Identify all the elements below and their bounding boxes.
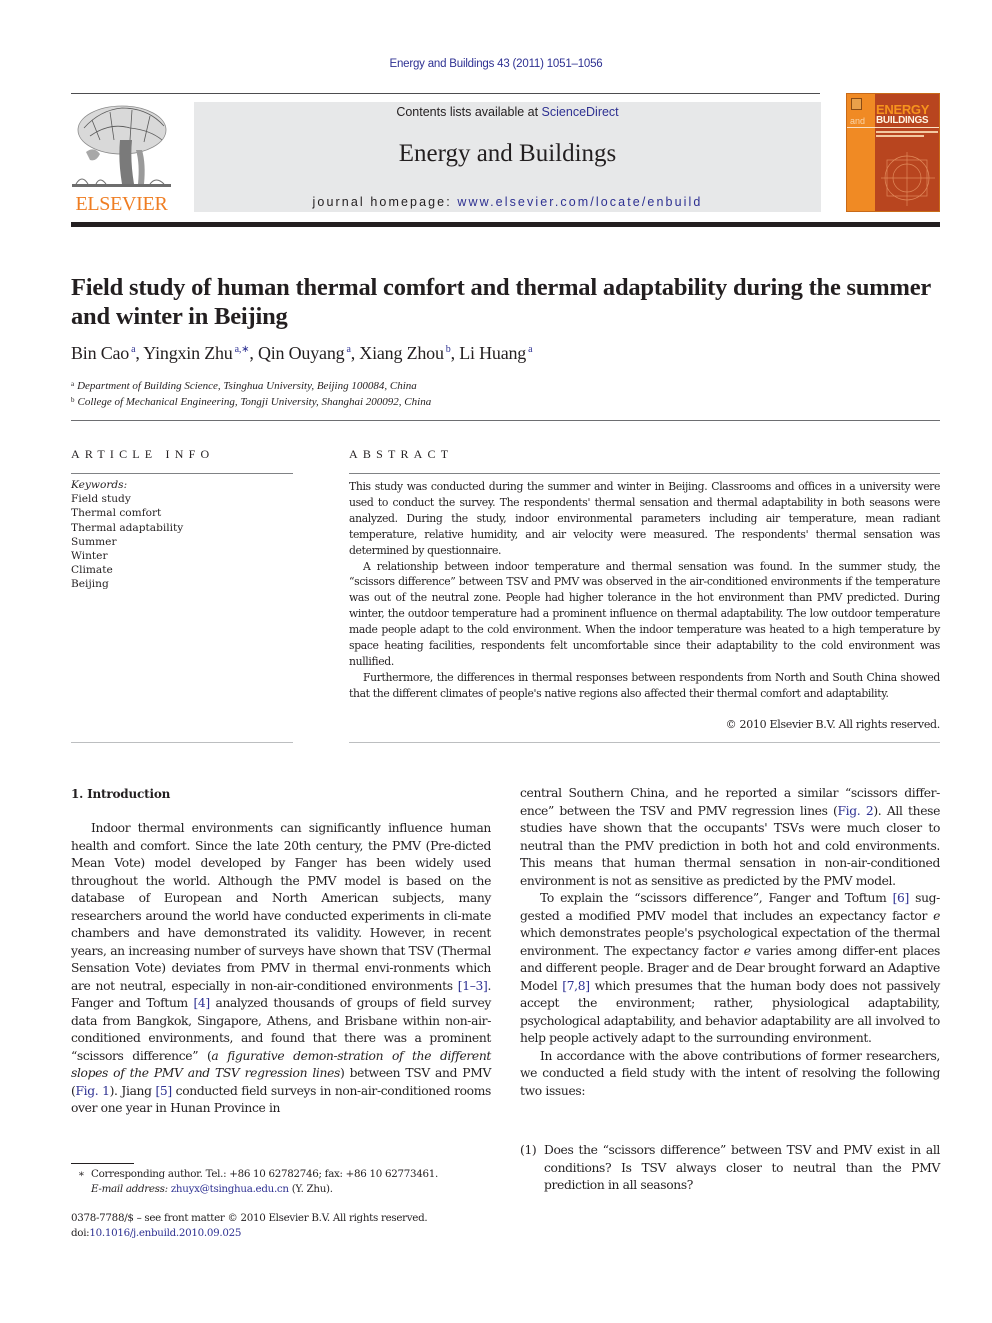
cover-title-and: and [850,116,866,126]
author-list: Bin Cao a, Yingxin Zhu a,∗, Qin Ouyang a, X… [71,343,533,363]
variable-e: e [743,943,751,958]
body-paragraph: central Southern China, and he reported … [520,785,940,890]
footnote-line: ∗ Corresponding author. Tel.: +86 10 6278… [78,1167,438,1182]
footnote-line: E-mail address: zhuyx@tsinghua.edu.cn (Y… [78,1182,438,1197]
citation-link[interactable]: [1–3] [458,979,488,993]
issue-text: Does the “scissors difference” between T… [544,1143,940,1192]
section-heading-introduction: 1. Introduction [71,787,171,801]
affiliation: a Department of Building Science, Tsinghu… [71,377,431,393]
author-name[interactable]: Li Huang [459,343,526,363]
author-affil-mark[interactable]: a [528,344,532,355]
body-text: ). Jiang [109,1083,156,1098]
abstract-rule [349,473,940,474]
front-matter-notice: 0378-7788/$ – see front matter © 2010 El… [71,1211,428,1241]
affiliation-mark: b [71,396,75,404]
citation-link[interactable]: [6] [893,891,910,905]
email-link[interactable]: zhuyx@tsinghua.edu.cn [171,1183,289,1195]
author-name[interactable]: Yingxin Zhu [143,343,233,363]
journal-masthead: Contents lists available at ScienceDirec… [194,102,821,212]
keyword: Field study [71,493,131,506]
cover-subtitle-line [876,135,924,137]
cover-diagram-icon [881,152,935,206]
corresponding-author-footnote: ∗ Corresponding author. Tel.: +86 10 6278… [78,1167,438,1196]
article-info-heading: ARTICLE INFO [71,447,215,461]
keyword: Thermal comfort [71,507,162,520]
affiliation-text: Department of Building Science, Tsinghua… [77,380,417,392]
cover-subtitle-line [876,131,938,133]
keyword: Beijing [71,578,109,591]
journal-homepage: journal homepage: www.elsevier.com/locat… [194,195,821,209]
contents-line: Contents lists available at ScienceDirec… [194,105,821,119]
author-affil-mark[interactable]: a [131,344,135,355]
abstract-paragraph: Furthermore, the differences in thermal … [349,670,940,700]
journal-cover-thumbnail[interactable]: ENERGY and BUILDINGS [846,93,940,212]
footnote-rule [71,1163,134,1164]
body-column-left: Indoor thermal environments can signific… [71,820,491,1118]
footnote-text: Corresponding author. Tel.: +86 10 62782… [91,1168,438,1180]
affiliation-mark: a [71,380,75,388]
author-name[interactable]: Bin Cao [71,343,129,363]
cover-title-line2: BUILDINGS [876,115,929,126]
journal-title: Energy and Buildings [398,140,617,167]
body-text: Indoor thermal environments can signific… [71,821,491,993]
title-rule [71,420,940,421]
article-info-bottom-rule [71,742,293,743]
doi-link[interactable]: 10.1016/j.enbuild.2010.09.025 [89,1227,241,1239]
citation-link[interactable]: [5] [155,1084,172,1098]
copyright-notice: © 2010 Elsevier B.V. All rights reserved… [725,718,941,731]
affiliation: b College of Mechanical Engineering, Tong… [71,393,431,409]
body-paragraph: To explain the “scissors difference”, Fa… [520,890,940,1048]
abstract-body: This study was conducted during the summ… [349,479,940,702]
cover-divider [847,127,939,128]
abstract-heading: ABSTRACT [349,447,454,461]
author-name[interactable]: Qin Ouyang [258,343,345,363]
keyword: Thermal adaptability [71,521,184,534]
keywords-label: Keywords: [71,479,128,491]
article-title: Field study of human thermal comfort and… [71,274,931,330]
author-affil-mark[interactable]: a [346,344,350,355]
journal-citation-link[interactable]: Energy and Buildings 43 (2011) 1051–1056 [0,58,992,70]
contents-prefix: Contents lists available at [396,105,542,119]
body-paragraph: Indoor thermal environments can signific… [71,820,491,1118]
keyword: Summer [71,535,117,548]
research-issue-item: (1) Does the “scissors difference” betwe… [520,1142,940,1195]
doi-label: doi: [71,1227,90,1239]
keyword: Winter [71,550,108,563]
homepage-link[interactable]: www.elsevier.com/locate/enbuild [457,195,702,209]
header-thick-rule [71,222,940,227]
author-name[interactable]: Xiang Zhou [359,343,444,363]
tree-icon [72,105,171,187]
homepage-label: journal homepage: [312,195,458,209]
variable-e: e [933,908,940,923]
doi-line: doi:10.1016/j.enbuild.2010.09.025 [71,1226,427,1241]
keywords-list: Keywords: Field study Thermal comfort Th… [71,478,183,592]
cover-publisher-logo-icon [851,98,862,110]
figure-link[interactable]: Fig. 2 [838,804,874,818]
figure-link[interactable]: Fig. 1 [75,1084,109,1098]
keyword: Climate [71,564,113,577]
citation-link[interactable]: [7,8] [562,979,590,993]
sciencedirect-link[interactable]: ScienceDirect [542,105,619,119]
body-column-right: central Southern China, and he reported … [520,785,940,1100]
abstract-bottom-rule [349,742,940,743]
affiliation-text: College of Mechanical Engineering, Tongj… [77,396,432,408]
author-affil-mark[interactable]: a,∗ [235,344,250,355]
footnote-star: ∗ [78,1168,85,1180]
email-label: E-mail address: [91,1182,168,1195]
header-rule [71,93,820,94]
front-matter-text: 0378-7788/$ – see front matter © 2010 El… [71,1212,428,1224]
body-text: To explain the “scissors difference”, Fa… [540,891,893,905]
abstract-paragraph: This study was conducted during the summ… [349,480,940,557]
citation-link[interactable]: [4] [193,996,210,1010]
affiliations: a Department of Building Science, Tsinghu… [71,377,431,409]
abstract-paragraph: A relationship between indoor temperatur… [349,559,940,668]
author-affil-mark[interactable]: b [446,344,451,355]
article-info-rule [71,473,293,474]
elsevier-wordmark[interactable]: ELSEVIER [70,193,173,216]
email-suffix: (Y. Zhu). [288,1182,333,1195]
issue-number: (1) [520,1143,537,1157]
body-paragraph: In accordance with the above contributio… [520,1048,940,1098]
